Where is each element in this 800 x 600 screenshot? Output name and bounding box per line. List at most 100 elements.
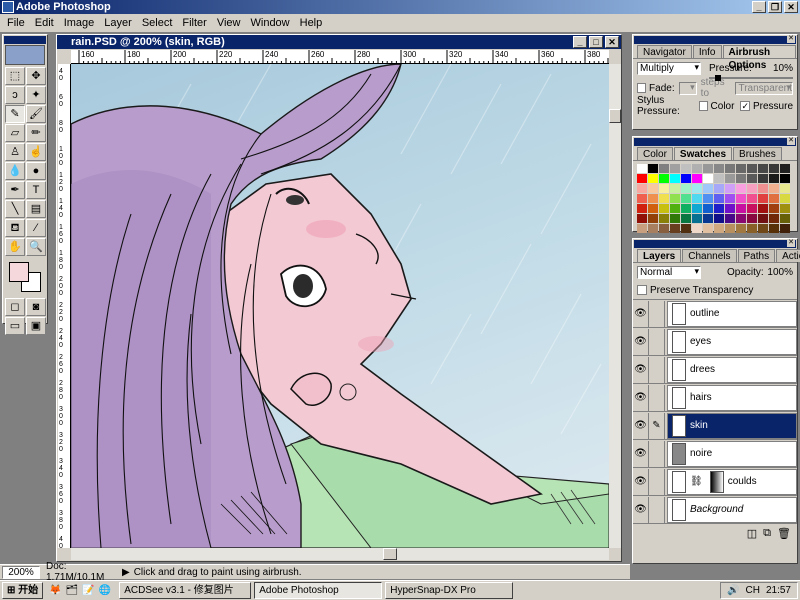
menu-file[interactable]: File — [2, 17, 30, 29]
menu-edit[interactable]: Edit — [30, 17, 59, 29]
gradient-tool-icon[interactable]: ▤ — [26, 200, 46, 218]
color-swatch[interactable] — [780, 164, 790, 173]
taskbar-item-hypersnap[interactable]: HyperSnap-DX Pro — [385, 582, 514, 599]
palette-titlebar[interactable]: ✕ — [634, 35, 796, 44]
color-swatch[interactable] — [648, 204, 658, 213]
foreground-color-swatch[interactable] — [9, 262, 29, 282]
color-swatch[interactable] — [747, 204, 757, 213]
menu-window[interactable]: Window — [246, 17, 295, 29]
color-swatch[interactable] — [725, 164, 735, 173]
color-swatch[interactable] — [670, 164, 680, 173]
brush-icon[interactable] — [649, 496, 665, 523]
eye-icon[interactable]: 👁 — [633, 328, 649, 355]
color-swatch[interactable] — [725, 204, 735, 213]
brush-icon[interactable] — [649, 328, 665, 355]
brush-icon[interactable] — [649, 384, 665, 411]
paintbrush-tool-icon[interactable]: 🖌 — [26, 105, 46, 123]
tab-channels[interactable]: Channels — [682, 249, 737, 262]
color-swatch[interactable] — [714, 224, 724, 233]
horizontal-scrollbar[interactable] — [71, 548, 609, 560]
link-icon[interactable]: ⛓ — [690, 476, 703, 487]
color-swatch[interactable] — [637, 224, 647, 233]
smudge-tool-icon[interactable]: ☝ — [26, 143, 46, 161]
color-swatch[interactable] — [637, 214, 647, 223]
eye-icon[interactable]: 👁 — [633, 496, 649, 523]
color-swatch[interactable] — [736, 184, 746, 193]
color-swatch[interactable] — [703, 214, 713, 223]
stylus-color-checkbox[interactable] — [699, 101, 708, 111]
color-swatch[interactable] — [703, 204, 713, 213]
color-swatch[interactable] — [780, 204, 790, 213]
palette-titlebar[interactable]: ✕ — [634, 137, 796, 146]
color-swatch[interactable] — [747, 224, 757, 233]
color-swatch[interactable] — [648, 184, 658, 193]
color-swatch[interactable] — [703, 224, 713, 233]
layer-blend-mode-select[interactable]: Normal — [637, 265, 701, 279]
color-swatch[interactable] — [681, 214, 691, 223]
color-swatch[interactable] — [758, 184, 768, 193]
menu-help[interactable]: Help — [295, 17, 328, 29]
vertical-scroll-thumb[interactable] — [609, 109, 621, 123]
fade-checkbox[interactable] — [637, 83, 647, 93]
color-swatch[interactable] — [648, 194, 658, 203]
brush-icon[interactable]: ✎ — [649, 412, 665, 439]
color-swatch[interactable] — [736, 214, 746, 223]
clock[interactable]: 21:57 — [766, 585, 791, 596]
stamp-tool-icon[interactable]: ♙ — [5, 143, 25, 161]
color-swatch[interactable] — [725, 214, 735, 223]
color-swatch[interactable] — [769, 164, 779, 173]
layer-main[interactable]: skin — [667, 412, 797, 439]
color-swatch[interactable] — [780, 174, 790, 183]
color-swatch[interactable] — [747, 194, 757, 203]
layer-row[interactable]: 👁 ⛓ coulds — [633, 467, 797, 495]
color-swatch[interactable] — [703, 174, 713, 183]
menu-view[interactable]: View — [212, 17, 246, 29]
color-swatch[interactable] — [714, 194, 724, 203]
pen-tool-icon[interactable]: ✒ — [5, 181, 25, 199]
taskbar-item-acdsee[interactable]: ACDSee v3.1 - 修复图片 — [119, 582, 252, 599]
pressure-value[interactable]: 10% — [773, 63, 793, 74]
color-swatch[interactable] — [725, 184, 735, 193]
trash-icon[interactable]: 🗑 — [777, 527, 791, 540]
image-canvas[interactable] — [71, 64, 609, 548]
color-swatch[interactable] — [637, 204, 647, 213]
color-swatch[interactable] — [648, 224, 658, 233]
tab-color[interactable]: Color — [637, 147, 673, 160]
horizontal-scroll-thumb[interactable] — [383, 548, 397, 560]
eye-icon[interactable]: 👁 — [633, 300, 649, 327]
move-tool-icon[interactable]: ✥ — [26, 67, 46, 85]
color-swatch[interactable] — [670, 174, 680, 183]
line-tool-icon[interactable]: ╲ — [5, 200, 25, 218]
color-swatch[interactable] — [769, 194, 779, 203]
color-swatch[interactable] — [692, 224, 702, 233]
layer-row[interactable]: 👁 drees — [633, 355, 797, 383]
color-swatch[interactable] — [736, 224, 746, 233]
new-layer-icon[interactable]: ⧉ — [763, 527, 771, 540]
color-swatch[interactable] — [659, 184, 669, 193]
color-swatch[interactable] — [681, 224, 691, 233]
eyedropper-tool-icon[interactable]: ⁄ — [26, 219, 46, 237]
doc-close-button[interactable]: ✕ — [605, 36, 619, 48]
brush-icon[interactable] — [649, 468, 665, 495]
type-tool-icon[interactable]: T — [26, 181, 46, 199]
color-swatch[interactable] — [692, 214, 702, 223]
color-swatch[interactable] — [747, 214, 757, 223]
layer-row[interactable]: 👁 ✎ skin — [633, 411, 797, 439]
color-swatch[interactable] — [780, 194, 790, 203]
color-swatch[interactable] — [758, 214, 768, 223]
color-swatch[interactable] — [681, 164, 691, 173]
palette-close-icon[interactable]: ✕ — [787, 239, 795, 247]
color-swatch[interactable] — [747, 174, 757, 183]
color-swatch[interactable] — [725, 174, 735, 183]
layer-main[interactable]: noire — [667, 440, 797, 467]
color-swatch[interactable] — [736, 164, 746, 173]
color-swatch[interactable] — [637, 184, 647, 193]
preserve-transparency-checkbox[interactable] — [637, 285, 647, 295]
color-swatch[interactable] — [670, 224, 680, 233]
color-swatch[interactable] — [637, 164, 647, 173]
color-swatch[interactable] — [714, 184, 724, 193]
brush-icon[interactable] — [649, 300, 665, 327]
palette-close-icon[interactable]: ✕ — [787, 35, 795, 43]
color-swatch[interactable] — [692, 204, 702, 213]
standard-mode-icon[interactable]: ◻ — [5, 298, 25, 316]
